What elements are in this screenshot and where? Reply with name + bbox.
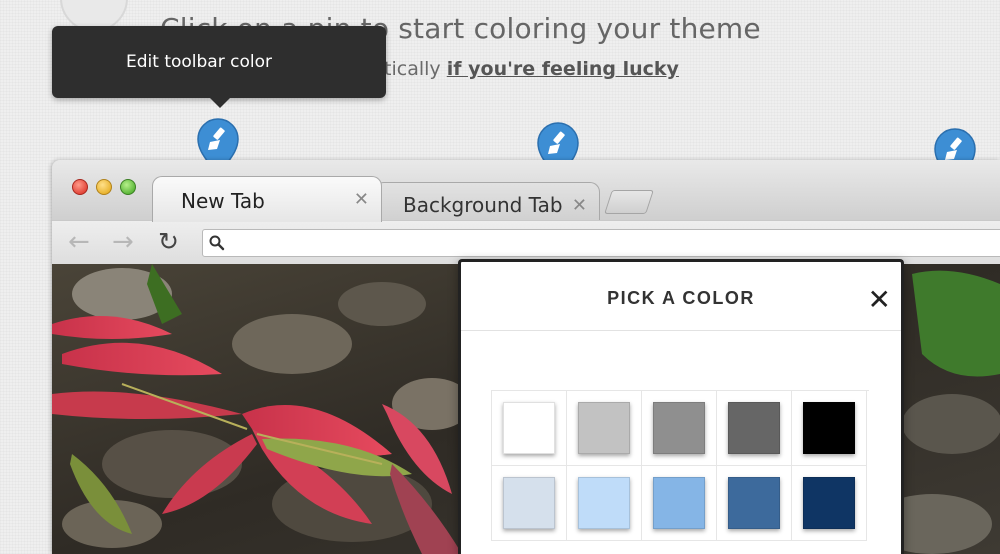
- browser-toolbar: ← → ↻: [52, 220, 1000, 264]
- picker-title: PICK A COLOR: [607, 288, 755, 308]
- color-swatch[interactable]: [578, 477, 630, 529]
- close-icon[interactable]: ✕: [354, 189, 369, 210]
- pin-tooltip: Edit toolbar color: [52, 26, 386, 108]
- swatch-cell[interactable]: [492, 391, 567, 466]
- tab-strip: Background Tab ✕ New Tab ✕: [52, 160, 1000, 228]
- swatch-cell[interactable]: [642, 466, 717, 541]
- color-swatch[interactable]: [653, 402, 705, 454]
- color-picker-panel: PICK A COLOR ✕: [458, 259, 904, 554]
- divider: [461, 330, 901, 331]
- reload-icon[interactable]: ↻: [158, 228, 179, 256]
- search-icon: [209, 235, 225, 251]
- close-icon[interactable]: ✕: [572, 195, 587, 216]
- color-swatch[interactable]: [803, 477, 855, 529]
- tooltip-arrow: [210, 98, 230, 108]
- minimize-window-icon[interactable]: [96, 179, 112, 195]
- back-arrow-icon[interactable]: ←: [68, 228, 90, 256]
- swatch-cell[interactable]: [567, 466, 642, 541]
- tab-new[interactable]: New Tab ✕: [152, 176, 382, 222]
- swatch-cell[interactable]: [792, 391, 867, 466]
- tab-label: Background Tab: [403, 193, 563, 217]
- feeling-lucky-link[interactable]: if you're feeling lucky: [447, 58, 679, 80]
- swatch-cell[interactable]: [792, 466, 867, 541]
- swatch-cell[interactable]: [642, 391, 717, 466]
- close-icon[interactable]: ✕: [868, 286, 891, 314]
- tab-label: New Tab: [181, 189, 265, 213]
- swatch-grid: [491, 390, 869, 541]
- swatch-cell[interactable]: [492, 466, 567, 541]
- color-swatch[interactable]: [728, 402, 780, 454]
- color-swatch[interactable]: [578, 402, 630, 454]
- zoom-window-icon[interactable]: [120, 179, 136, 195]
- color-swatch[interactable]: [728, 477, 780, 529]
- color-swatch[interactable]: [653, 477, 705, 529]
- new-tab-button[interactable]: [604, 190, 654, 214]
- swatch-cell[interactable]: [717, 391, 792, 466]
- color-swatch[interactable]: [503, 477, 555, 529]
- forward-arrow-icon[interactable]: →: [112, 228, 134, 256]
- color-swatch[interactable]: [503, 402, 555, 454]
- swatch-cell[interactable]: [567, 391, 642, 466]
- tooltip-text: Edit toolbar color: [126, 52, 272, 72]
- swatch-cell[interactable]: [717, 466, 792, 541]
- omnibox[interactable]: [202, 229, 1000, 257]
- color-swatch[interactable]: [803, 402, 855, 454]
- close-window-icon[interactable]: [72, 179, 88, 195]
